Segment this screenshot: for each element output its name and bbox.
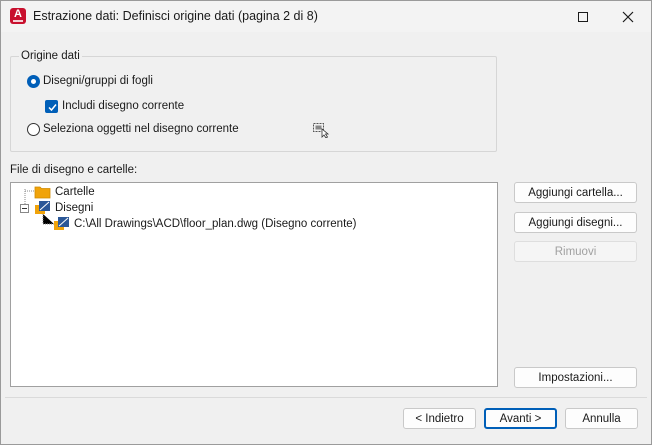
settings-button[interactable]: Impostazioni... <box>514 367 637 388</box>
select-objects-icon[interactable] <box>312 121 330 139</box>
include-current-checkbox[interactable] <box>45 100 58 113</box>
drawings-tree[interactable]: Cartelle Disegni C:\All Drawings\ACD\flo… <box>10 182 498 387</box>
tree-item-floor-plan[interactable]: C:\All Drawings\ACD\floor_plan.dwg (Dise… <box>74 218 357 230</box>
maximize-button[interactable] <box>560 1 606 32</box>
back-button[interactable]: < Indietro <box>403 408 476 429</box>
drawings-radio[interactable] <box>27 75 40 88</box>
footer-separator <box>5 397 647 398</box>
cancel-button[interactable]: Annulla <box>565 408 638 429</box>
title-bar: A Estrazione dati: Definisci origine dat… <box>1 1 651 32</box>
next-button[interactable]: Avanti > <box>484 408 557 429</box>
close-button[interactable] <box>605 1 651 32</box>
data-source-group-label: Origine dati <box>19 50 82 62</box>
dialog-window: A Estrazione dati: Definisci origine dat… <box>0 0 652 445</box>
folder-icon <box>34 186 51 199</box>
select-objects-radio[interactable] <box>27 123 40 136</box>
include-current-label[interactable]: Includi disegno corrente <box>62 100 184 112</box>
files-section-label: File di disegno e cartelle: <box>10 164 138 176</box>
maximize-icon <box>578 11 588 22</box>
drawings-radio-label[interactable]: Disegni/gruppi di fogli <box>43 75 153 87</box>
add-drawings-button[interactable]: Aggiungi disegni... <box>514 212 637 233</box>
drawings-icon <box>35 201 50 214</box>
select-objects-radio-label[interactable]: Seleziona oggetti nel disegno corrente <box>43 123 239 135</box>
remove-button[interactable]: Rimuovi <box>514 241 637 262</box>
drawing-file-icon <box>54 217 69 230</box>
window-title: Estrazione dati: Definisci origine dati … <box>33 9 318 23</box>
app-icon-letter: A <box>14 8 22 20</box>
tree-item-drawings[interactable]: Disegni <box>55 202 93 214</box>
autocad-app-icon: A <box>10 8 26 24</box>
add-folder-button[interactable]: Aggiungi cartella... <box>514 182 637 203</box>
tree-item-folders[interactable]: Cartelle <box>55 186 95 198</box>
checkmark-icon <box>48 104 57 112</box>
collapse-toggle-icon[interactable] <box>20 204 29 213</box>
close-icon <box>622 11 634 22</box>
